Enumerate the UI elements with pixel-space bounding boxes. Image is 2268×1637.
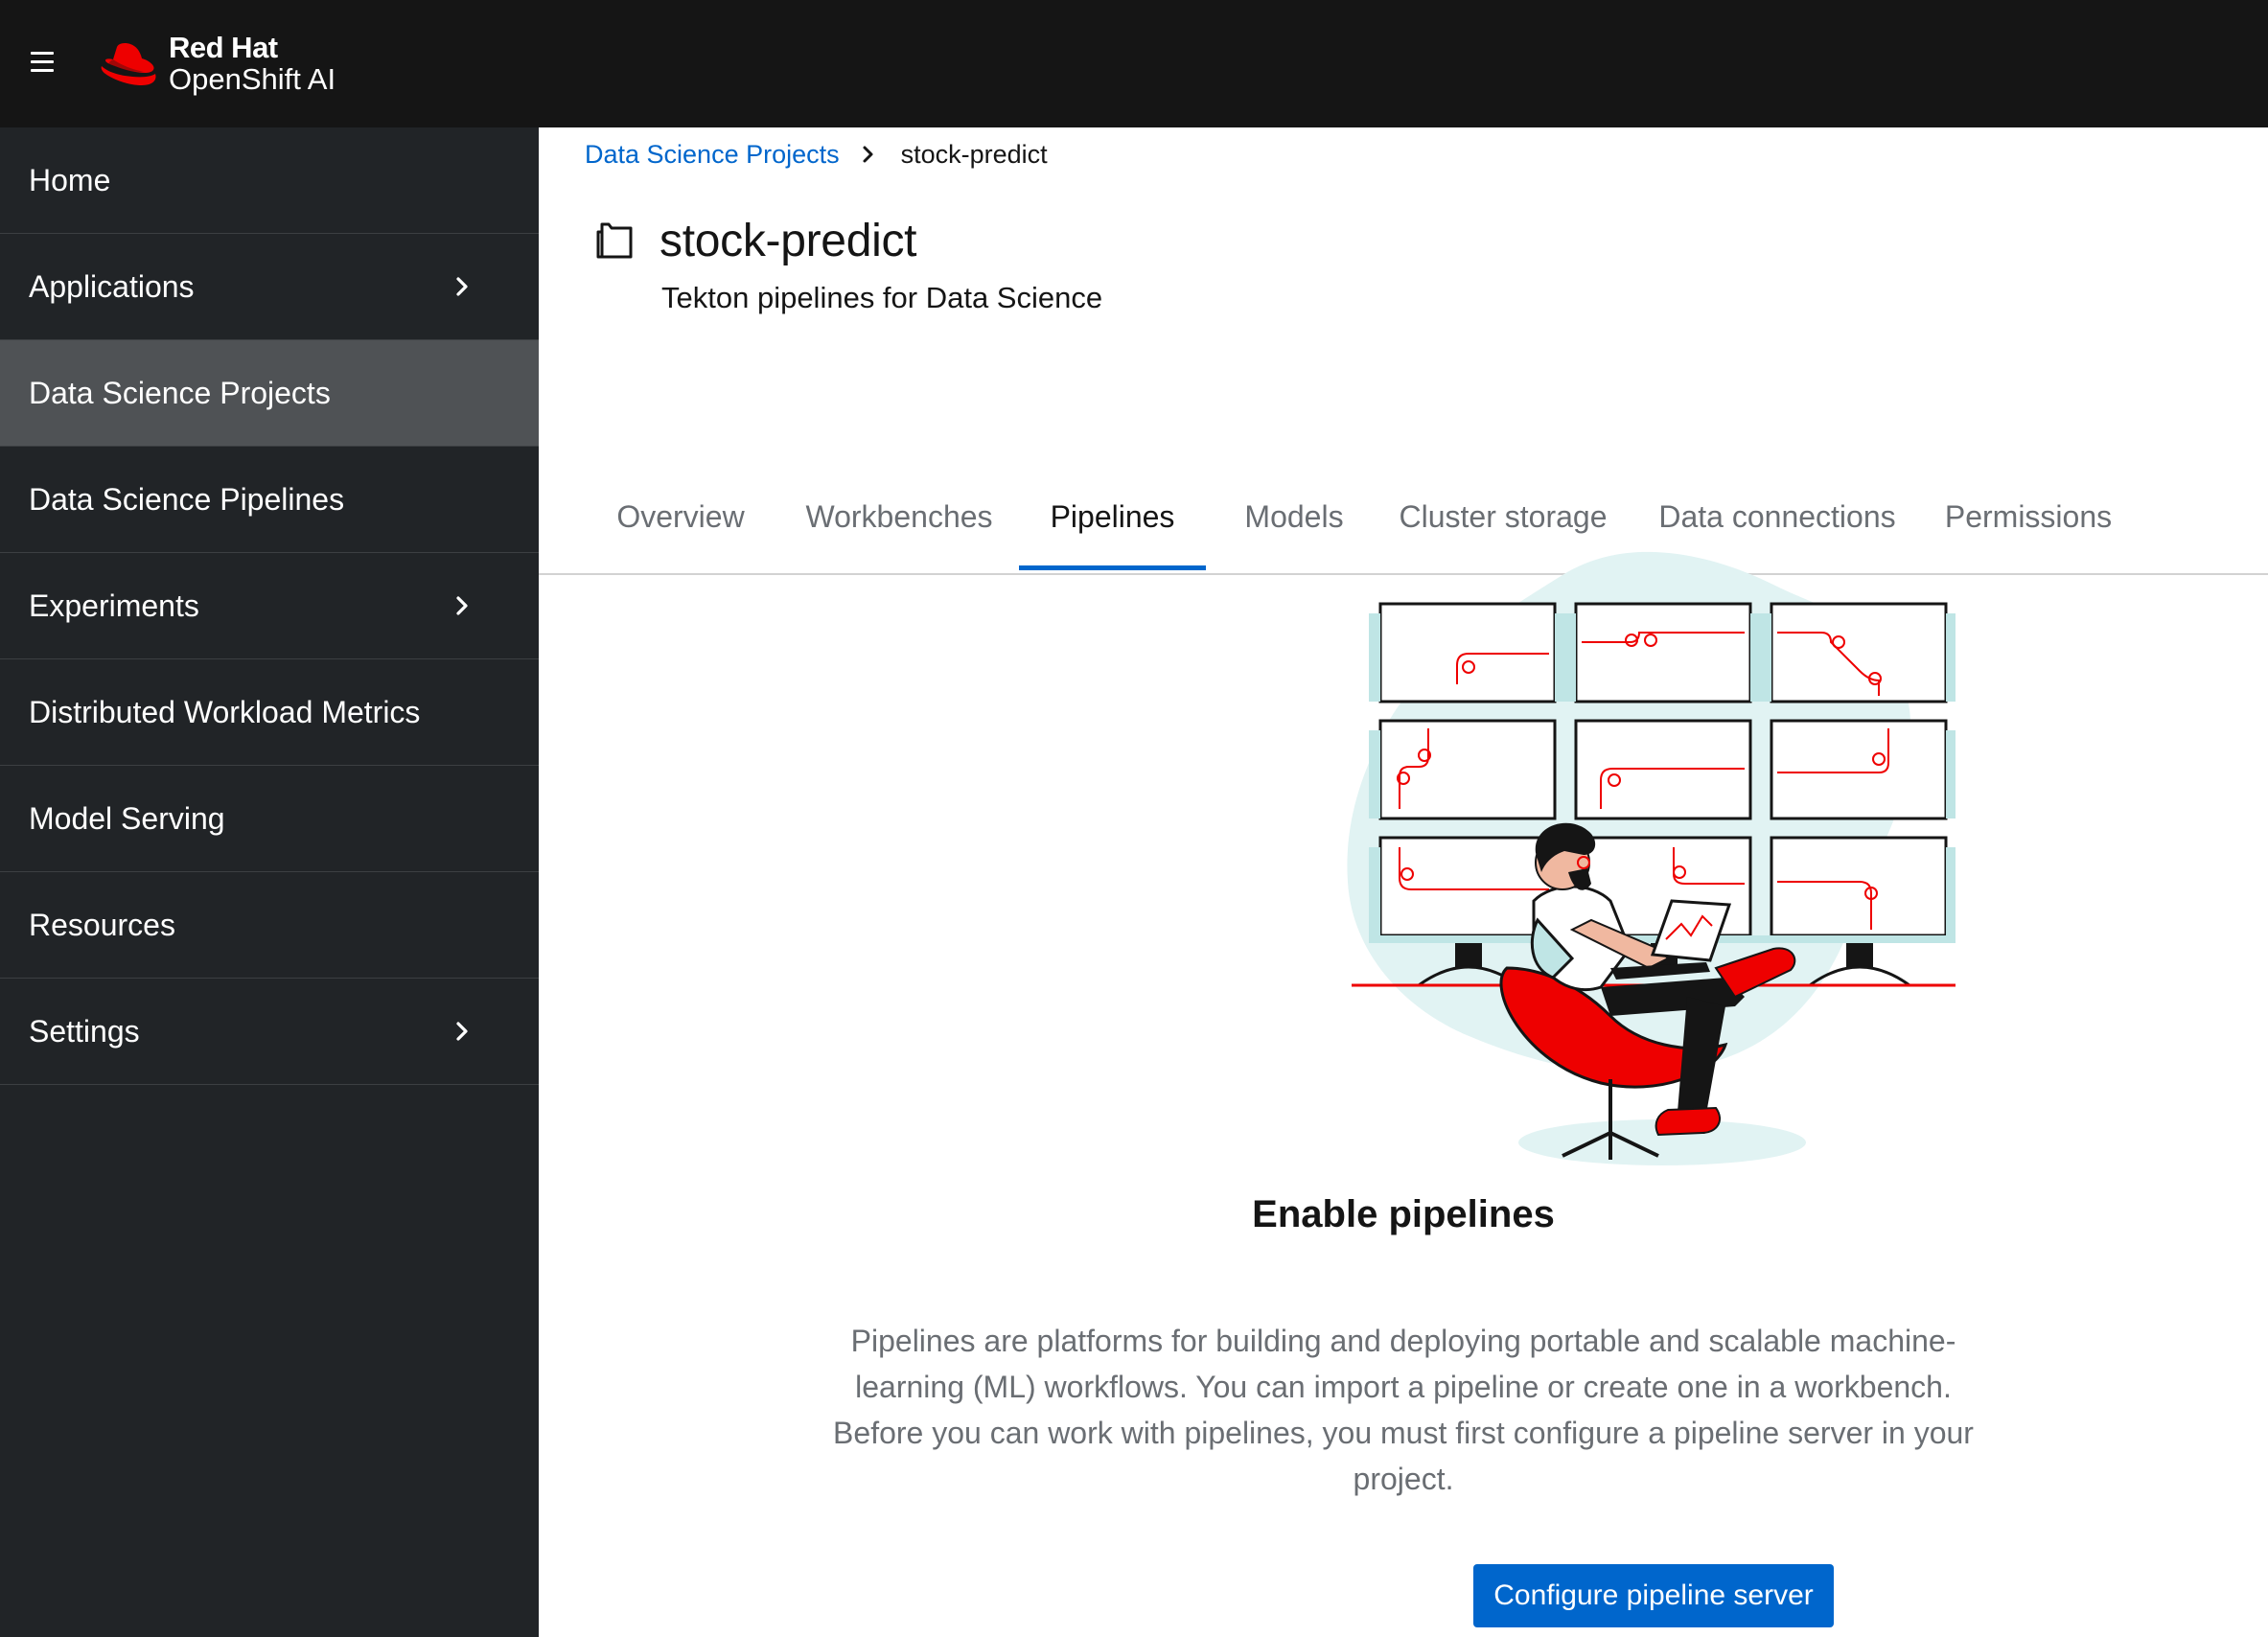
configure-pipeline-server-button[interactable]: Configure pipeline server <box>1473 1564 1834 1627</box>
tab-label: Permissions <box>1944 499 2113 534</box>
chevron-right-icon <box>456 596 468 615</box>
sidebar-item-label: Distributed Workload Metrics <box>29 694 421 729</box>
page-description: Tekton pipelines for Data Science <box>661 281 1103 314</box>
project-folder-icon <box>596 222 633 259</box>
tab-label: Pipelines <box>1050 499 1175 534</box>
sidebar-item-data-science-projects[interactable]: Data Science Projects <box>0 340 539 447</box>
sidebar-item-model-serving[interactable]: Model Serving <box>0 766 539 872</box>
active-tab-indicator <box>1019 565 1206 570</box>
pipelines-empty-state-illustration <box>1347 551 1956 1165</box>
breadcrumb-link-projects[interactable]: Data Science Projects <box>585 140 840 170</box>
empty-state-title: Enable pipelines <box>1252 1193 1555 1235</box>
breadcrumb: Data Science Projects stock-predict <box>585 135 1048 173</box>
sidebar-item-resources[interactable]: Resources <box>0 872 539 979</box>
masthead: Red Hat OpenShift AI <box>0 0 2268 127</box>
sidebar-item-applications[interactable]: Applications <box>0 234 539 340</box>
page-title: stock-predict <box>660 215 917 266</box>
sidebar-item-label: Model Serving <box>29 800 225 836</box>
sidebar-item-label: Data Science Projects <box>29 375 331 410</box>
chevron-right-icon <box>456 277 468 296</box>
sidebar-item-label: Experiments <box>29 588 199 623</box>
chevron-right-icon <box>456 1022 468 1041</box>
sidebar-item-settings[interactable]: Settings <box>0 979 539 1085</box>
empty-state-body-wrap: Pipelines are platforms for building and… <box>539 1318 2268 1502</box>
tab-workbenches[interactable]: Workbenches <box>803 499 995 570</box>
tab-label: Cluster storage <box>1399 499 1608 534</box>
empty-state-title-wrap: Enable pipelines <box>539 1193 2268 1236</box>
sidebar-item-distributed-workload-metrics[interactable]: Distributed Workload Metrics <box>0 659 539 766</box>
sidebar-item-label: Resources <box>29 907 175 942</box>
sidebar-item-label: Applications <box>29 268 195 304</box>
product-name: OpenShift AI <box>169 62 336 96</box>
page-header: stock-predict <box>592 202 916 279</box>
sidebar-item-label: Data Science Pipelines <box>29 481 345 517</box>
empty-state-body: Pipelines are platforms for building and… <box>833 1324 1974 1496</box>
brand-name: Red Hat <box>169 31 278 65</box>
tab-overview[interactable]: Overview <box>615 499 746 570</box>
tab-label: Data connections <box>1658 499 1896 534</box>
sidebar-item-label: Settings <box>29 1013 140 1049</box>
sidebar-item-home[interactable]: Home <box>0 127 539 234</box>
tab-label: Models <box>1244 499 1344 534</box>
hamburger-icon[interactable] <box>19 38 65 84</box>
tab-pipelines[interactable]: Pipelines <box>1019 499 1206 570</box>
sidebar-nav: Home Applications Data Science Projects … <box>0 127 539 1637</box>
chevron-right-icon <box>863 146 873 163</box>
tab-label: Workbenches <box>805 499 993 534</box>
tab-label: Overview <box>616 499 745 534</box>
sidebar-item-experiments[interactable]: Experiments <box>0 553 539 659</box>
red-hat-logo-icon <box>101 43 156 85</box>
sidebar-item-data-science-pipelines[interactable]: Data Science Pipelines <box>0 447 539 553</box>
sidebar-item-label: Home <box>29 162 111 197</box>
breadcrumb-current: stock-predict <box>900 139 1048 169</box>
brand-logo[interactable]: Red Hat OpenShift AI <box>100 21 336 107</box>
